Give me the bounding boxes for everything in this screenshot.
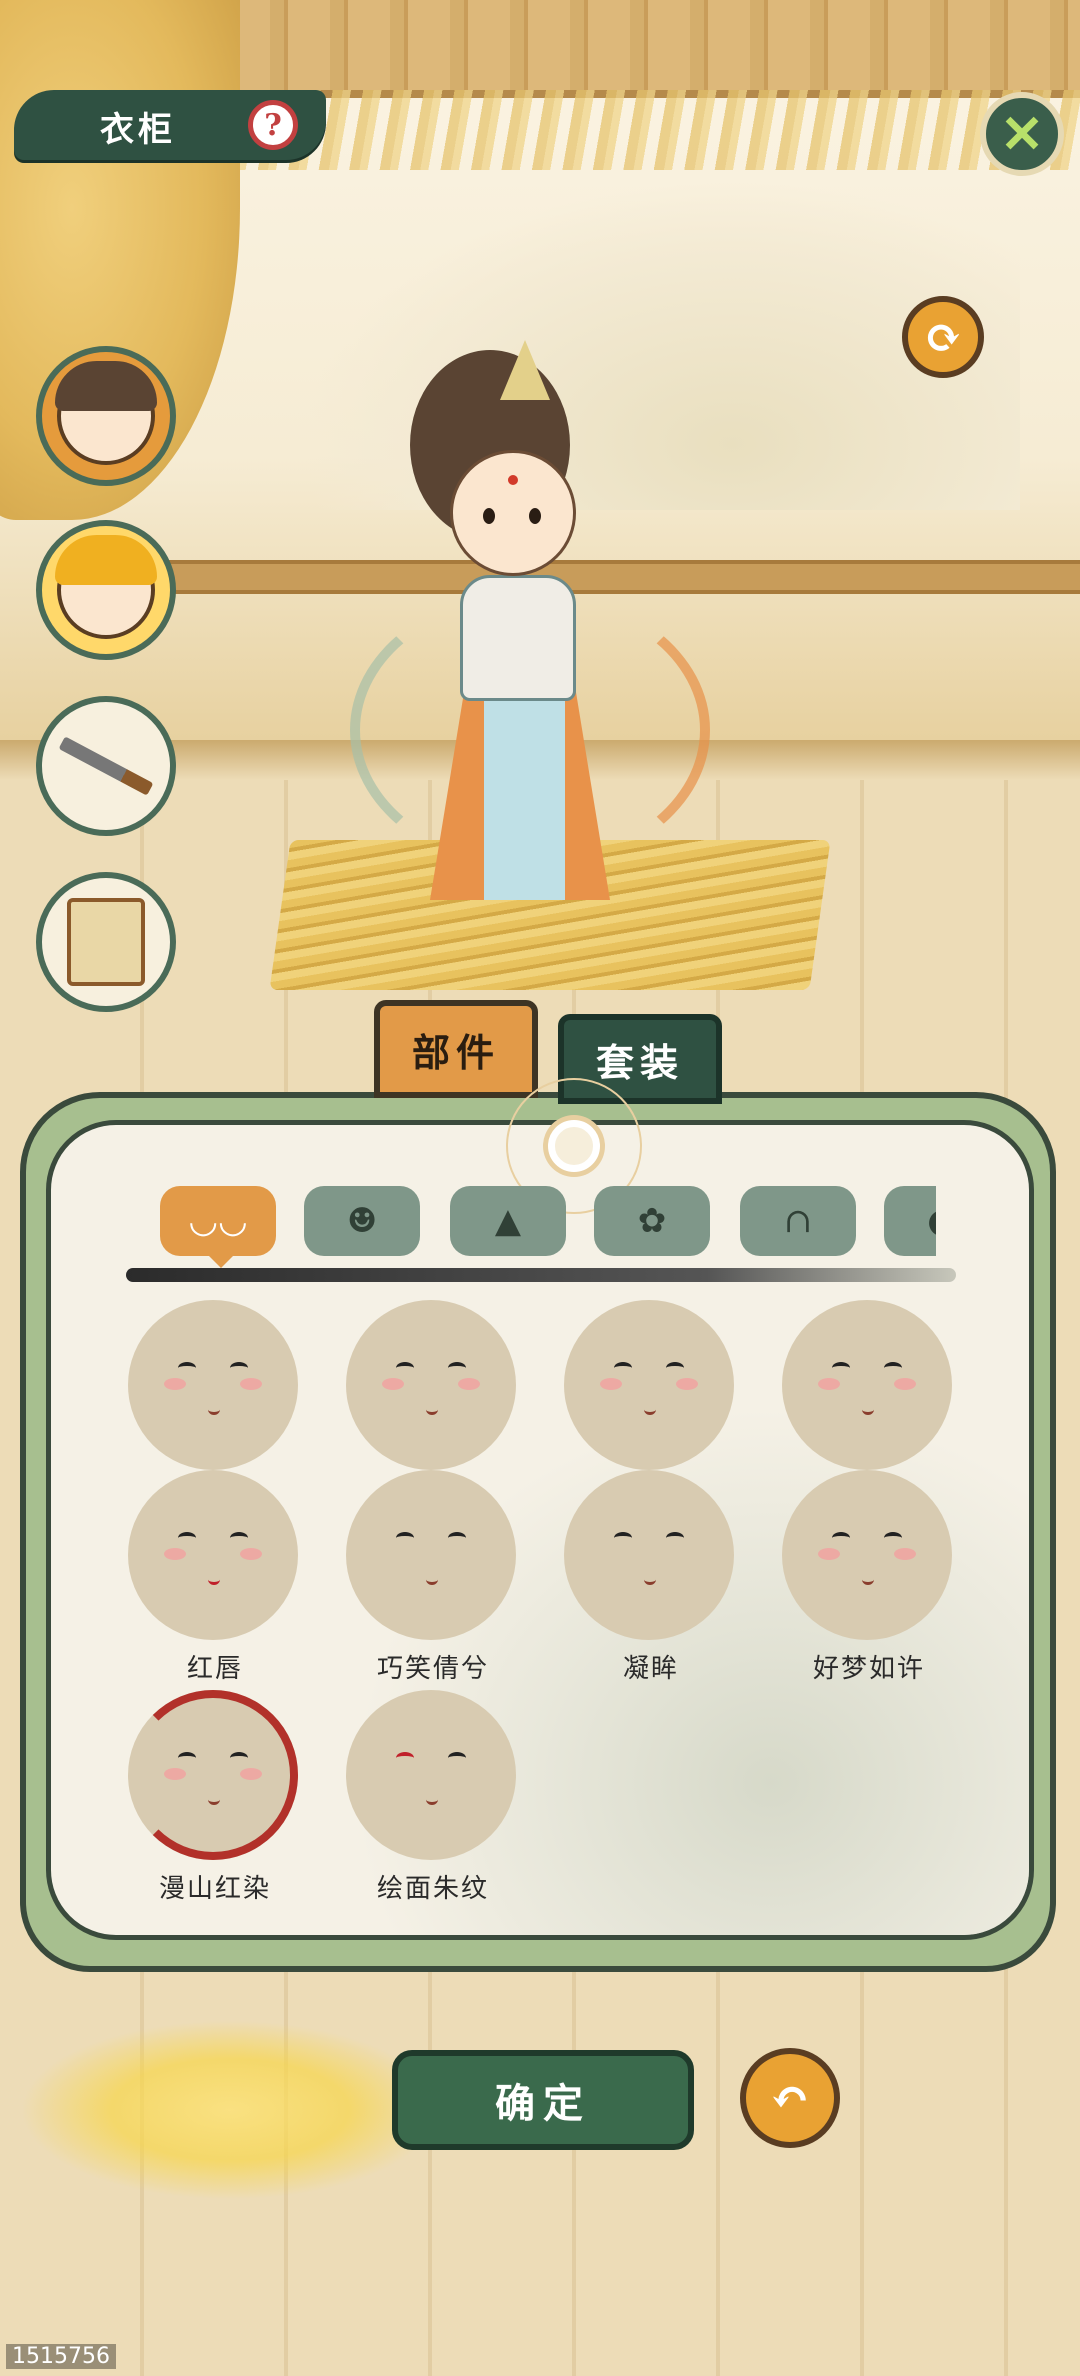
undo-button[interactable]: ↶: [740, 2048, 840, 2148]
undo-icon: ↶: [769, 2070, 811, 2126]
face-label: 巧笑倩兮: [376, 1654, 489, 1684]
background-roof: [150, 0, 1080, 98]
face-thumbnail: [346, 1470, 516, 1640]
face-option[interactable]: 好梦如许: [774, 1470, 954, 1684]
forehead-dot: [508, 475, 518, 485]
avatar-monkey-icon: [55, 535, 157, 639]
face-thumbnail: [782, 1300, 952, 1470]
face-option[interactable]: 绘面朱纹: [338, 1690, 518, 1904]
category-clothes-icon[interactable]: ▲: [450, 1186, 566, 1256]
confirm-button[interactable]: 确定: [392, 2050, 694, 2150]
scroll-icon: [67, 898, 145, 986]
medallion-core: [548, 1120, 600, 1172]
help-icon[interactable]: ?: [248, 100, 298, 150]
fallen-leaves: [20, 2020, 440, 2200]
side-tab-character-monkey[interactable]: [36, 520, 176, 660]
side-tab-character-boy[interactable]: [36, 346, 176, 486]
red-swirl-decoration: [128, 1690, 298, 1860]
face-thumbnail: [346, 1690, 516, 1860]
face-label: 绘面朱纹: [376, 1874, 489, 1904]
face-label: 凝眸: [622, 1654, 679, 1684]
face-thumbnail: [128, 1690, 298, 1860]
close-icon: ✕: [1000, 103, 1044, 165]
category-hair-icon[interactable]: ☻: [304, 1186, 420, 1256]
face-thumbnail: [128, 1300, 298, 1470]
face-option[interactable]: 凝眸: [556, 1470, 736, 1684]
brush-divider: [126, 1268, 956, 1282]
character-eye-right: [529, 508, 541, 524]
tab-parts[interactable]: 部件: [374, 1000, 538, 1098]
face-thumbnail: [564, 1300, 734, 1470]
face-thumbnail: [782, 1470, 952, 1640]
face-label: 红唇: [186, 1654, 243, 1684]
avatar-boy-icon: [55, 361, 157, 465]
face-thumbnail: [564, 1470, 734, 1640]
face-label: 漫山红染: [158, 1874, 271, 1904]
category-pointer: [207, 1254, 235, 1268]
sword-icon: [58, 736, 154, 796]
side-tab-scroll[interactable]: [36, 872, 176, 1012]
page-title: 衣柜: [100, 110, 176, 150]
face-label: 好梦如许: [812, 1654, 925, 1684]
category-face-icon[interactable]: ◡◡: [160, 1186, 276, 1256]
face-option[interactable]: 红唇: [120, 1470, 300, 1684]
category-row: ◡◡ ☻ ▲ ✿ ∩ ◐: [160, 1186, 936, 1258]
face-thumbnail: [128, 1470, 298, 1640]
face-thumbnail: [346, 1300, 516, 1470]
category-flower-icon[interactable]: ✿: [594, 1186, 710, 1256]
face-option[interactable]: 巧笑倩兮: [338, 1470, 518, 1684]
category-pants-icon[interactable]: ∩: [740, 1186, 856, 1256]
category-accessory-icon[interactable]: ◐: [884, 1186, 936, 1256]
character-face: [450, 450, 576, 576]
refresh-icon: ⟳: [923, 310, 963, 364]
refresh-button[interactable]: ⟳: [902, 296, 984, 378]
character-body: [460, 575, 576, 701]
watermark-id: 1515756: [6, 2344, 116, 2369]
character-eye-left: [483, 508, 495, 524]
side-tab-sword[interactable]: [36, 696, 176, 836]
close-button[interactable]: ✕: [980, 92, 1064, 176]
character-preview[interactable]: [330, 340, 730, 930]
face-option[interactable]: 漫山红染: [120, 1690, 300, 1904]
